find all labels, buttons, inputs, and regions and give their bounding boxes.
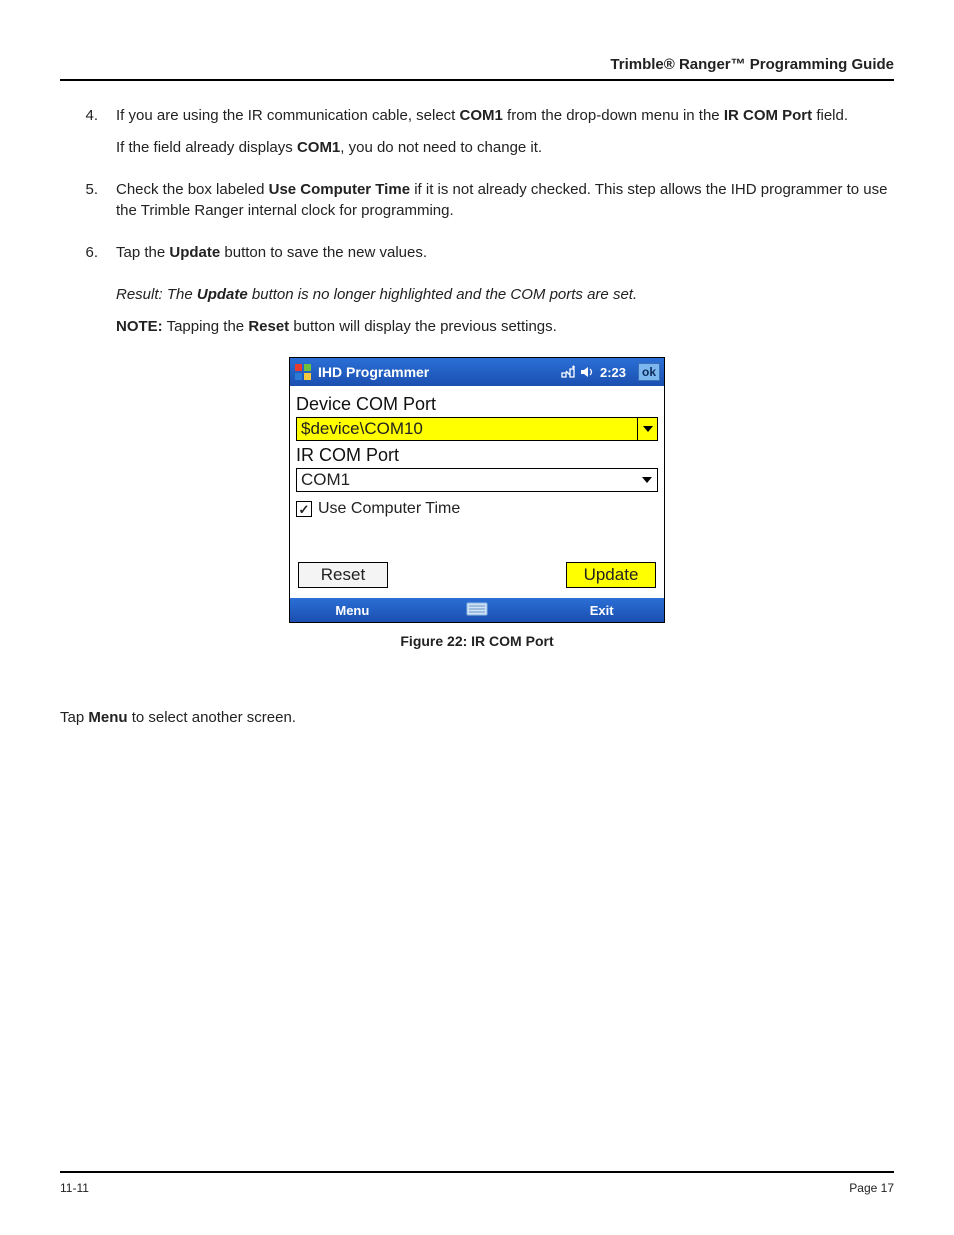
step-5-bold: Use Computer Time [269,181,410,198]
device-screenshot: IHD Programmer 2:23 ok Device COM [289,357,665,623]
exit-softkey[interactable]: Exit [539,603,664,618]
app-title: IHD Programmer [318,364,429,380]
titlebar: IHD Programmer 2:23 ok [290,358,664,386]
step-5-text-a: Check the box labeled [116,181,269,198]
step-4-number: 4. [78,105,98,169]
ir-com-port-dropdown[interactable]: COM1 [296,468,658,492]
step-4-text-a: If you are using the IR communication ca… [116,107,460,124]
ir-com-port-chevron[interactable] [637,469,657,491]
footer-date: 11-11 [60,1181,89,1195]
update-button[interactable]: Update [566,562,656,588]
step-4-bold-com1: COM1 [460,107,503,124]
result-bold: Update [197,286,248,303]
step-4-body: If you are using the IR communication ca… [116,105,894,169]
note-pre: Tapping the [163,318,249,335]
after-pre: Tap [60,709,88,726]
menu-softkey[interactable]: Menu [290,603,415,618]
step-6-number: 6. [78,242,98,274]
step-4-line2-bold: COM1 [297,139,340,156]
reset-button[interactable]: Reset [298,562,388,588]
note-label: NOTE: [116,318,163,335]
note-post: button will display the previous setting… [289,318,557,335]
result-pre: Result: The [116,286,197,303]
footer-page: Page 17 [849,1181,894,1195]
ir-com-port-value: COM1 [297,469,637,491]
volume-icon[interactable] [580,365,596,379]
result-line: Result: The Update button is no longer h… [116,284,894,306]
after-bold: Menu [88,709,127,726]
device-com-port-label: Device COM Port [296,394,658,415]
windows-start-icon[interactable] [294,363,312,381]
page-header-title: Trimble® Ranger™ Programming Guide [60,56,894,73]
connectivity-icon[interactable] [560,365,576,379]
step-4-bold-ircomport: IR COM Port [724,107,812,124]
step-4-line2-b: , you do not need to change it. [340,139,542,156]
step-6-text-a: Tap the [116,244,169,261]
after-figure-text: Tap Menu to select another screen. [60,709,894,726]
keyboard-softkey[interactable] [415,601,540,620]
ir-com-port-label: IR COM Port [296,445,658,466]
header-rule [60,79,894,81]
step-4-line2-a: If the field already displays [116,139,297,156]
footer-rule [60,1171,894,1173]
note-bold: Reset [248,318,289,335]
step-5-number: 5. [78,179,98,233]
step-6-body: Tap the Update button to save the new va… [116,242,894,274]
chevron-down-icon [642,477,652,483]
step-6-text-b: button to save the new values. [220,244,427,261]
device-com-port-value: $device\COM10 [297,418,637,440]
result-post: button is no longer highlighted and the … [248,286,637,303]
device-com-port-dropdown[interactable]: $device\COM10 [296,417,658,441]
step-4-text-b: from the drop-down menu in the [503,107,724,124]
clock-time: 2:23 [600,365,626,380]
use-computer-time-label: Use Computer Time [318,500,460,518]
figure-caption: Figure 22: IR COM Port [289,633,665,649]
device-com-port-chevron[interactable] [637,418,657,440]
keyboard-icon [466,601,488,617]
step-6-bold: Update [169,244,220,261]
use-computer-time-checkbox[interactable]: ✓ [296,501,312,517]
chevron-down-icon [643,426,653,432]
step-5-body: Check the box labeled Use Computer Time … [116,179,894,233]
step-4-text-c: field. [812,107,848,124]
ok-button[interactable]: ok [638,363,660,381]
after-post: to select another screen. [128,709,296,726]
note-line: NOTE: Tapping the Reset button will disp… [116,316,894,338]
bottom-bar: Menu Exit [290,598,664,622]
